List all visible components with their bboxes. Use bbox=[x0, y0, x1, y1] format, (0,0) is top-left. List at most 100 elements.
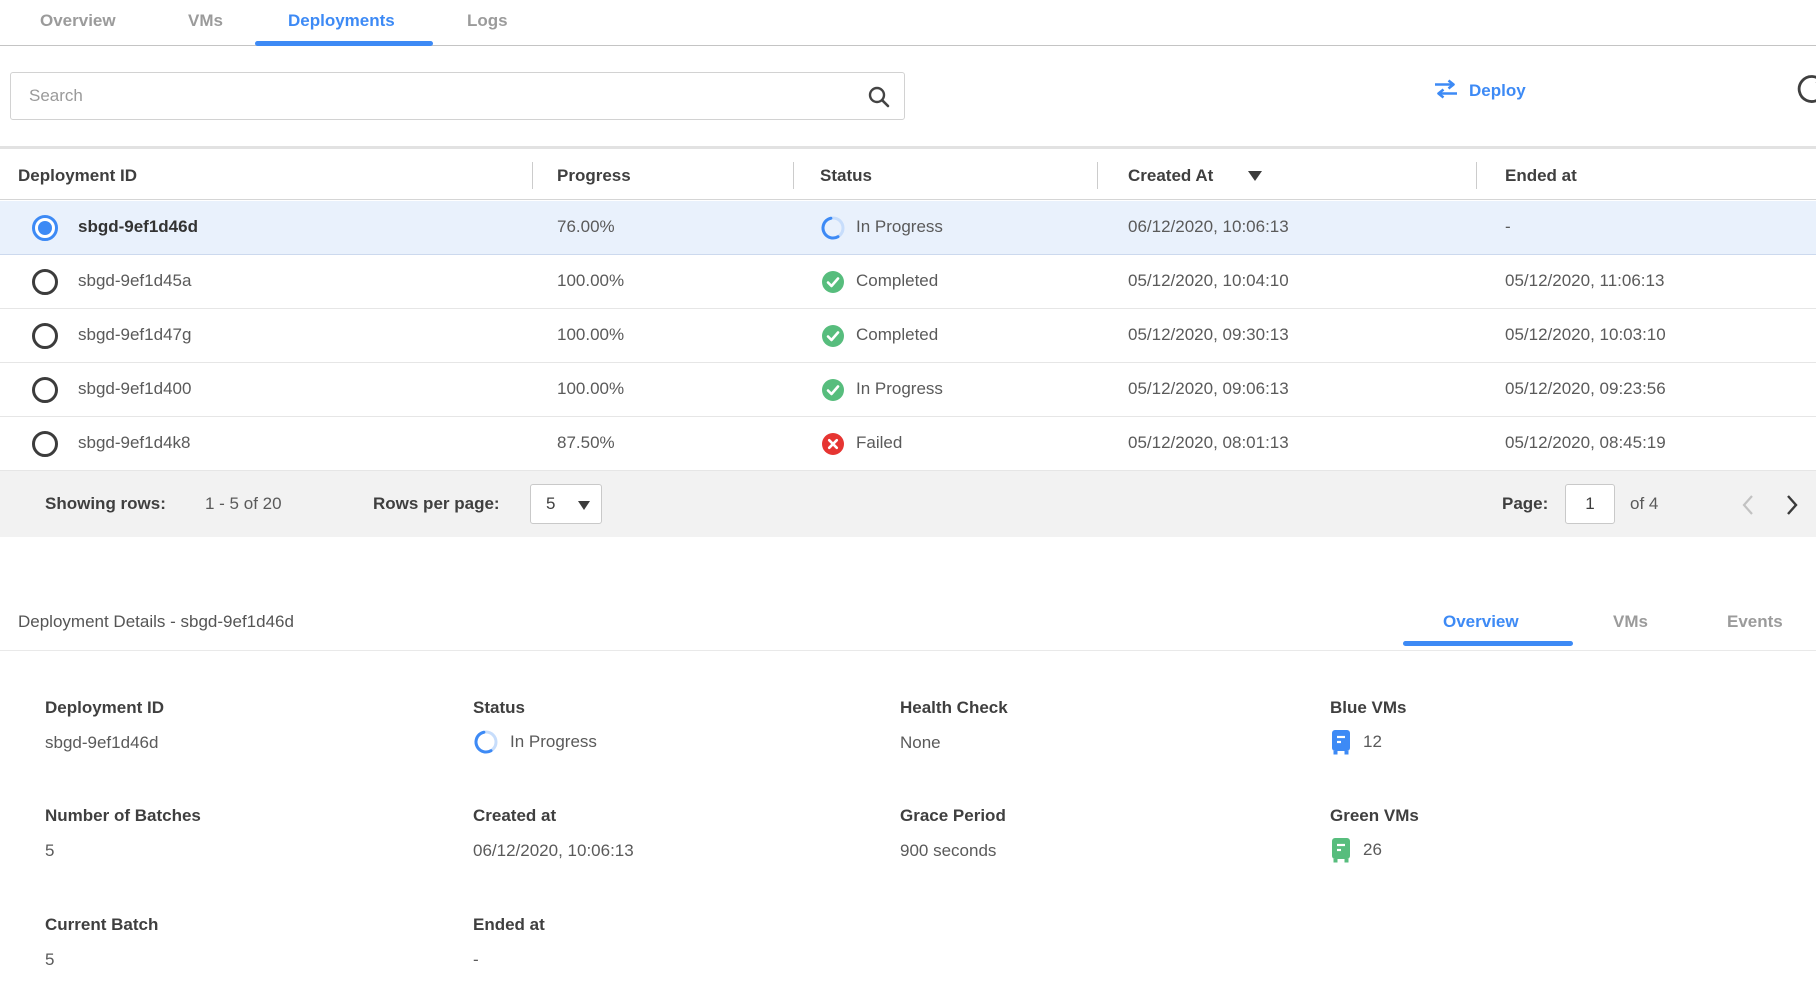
page-next-icon[interactable] bbox=[1778, 492, 1804, 523]
progress-cell: 87.50% bbox=[557, 433, 615, 453]
deploy-button[interactable]: Deploy bbox=[1432, 77, 1526, 105]
spinner-icon bbox=[473, 729, 499, 755]
table-top-divider bbox=[0, 146, 1816, 149]
tab-deployments[interactable]: Deployments bbox=[288, 11, 395, 31]
page-label: Page: bbox=[1502, 494, 1548, 514]
col-header-created-at[interactable]: Created At bbox=[1128, 166, 1213, 186]
details-active-tab-underline bbox=[1403, 641, 1573, 646]
created-at-cell: 05/12/2020, 09:06:13 bbox=[1128, 379, 1289, 399]
showing-rows-label: Showing rows: bbox=[45, 494, 166, 514]
field-value: 12 bbox=[1363, 732, 1382, 752]
table-header: Deployment ID Progress Status Created At… bbox=[0, 150, 1816, 200]
tab-logs[interactable]: Logs bbox=[467, 11, 508, 31]
progress-cell: 100.00% bbox=[557, 325, 624, 345]
check-circle-icon bbox=[820, 269, 846, 295]
field-label: Number of Batches bbox=[45, 806, 201, 826]
field-label: Deployment ID bbox=[45, 698, 164, 718]
field-value: 900 seconds bbox=[900, 841, 1006, 861]
status-cell: Failed bbox=[856, 433, 902, 453]
tab-vms[interactable]: VMs bbox=[188, 11, 223, 31]
details-tab-vms[interactable]: VMs bbox=[1613, 612, 1648, 632]
vm-green-icon bbox=[1330, 837, 1352, 863]
page-prev-icon[interactable] bbox=[1736, 492, 1762, 523]
page-total: of 4 bbox=[1630, 494, 1658, 514]
created-at-cell: 05/12/2020, 08:01:13 bbox=[1128, 433, 1289, 453]
field-value: 5 bbox=[45, 841, 201, 861]
field-blue-vms: Blue VMs 12 bbox=[1330, 698, 1407, 755]
deployment-row[interactable]: sbgd-9ef1d400 100.00% In Progress 05/12/… bbox=[0, 363, 1816, 417]
dropdown-arrow-icon bbox=[578, 501, 590, 510]
field-value: 06/12/2020, 10:06:13 bbox=[473, 841, 634, 861]
created-at-cell: 05/12/2020, 09:30:13 bbox=[1128, 325, 1289, 345]
check-circle-icon bbox=[820, 377, 846, 403]
header-divider bbox=[532, 162, 533, 189]
col-header-progress: Progress bbox=[557, 166, 631, 186]
rows-per-page-select[interactable]: 5 bbox=[530, 484, 602, 524]
search-box bbox=[10, 72, 905, 120]
field-label: Created at bbox=[473, 806, 634, 826]
radio-unselected-icon[interactable] bbox=[32, 269, 58, 295]
deploy-swap-icon bbox=[1432, 79, 1460, 104]
deployment-id-cell: sbgd-9ef1d4k8 bbox=[78, 433, 190, 453]
col-header-ended-at: Ended at bbox=[1505, 166, 1577, 186]
field-value: In Progress bbox=[510, 732, 597, 752]
status-cell: Completed bbox=[856, 271, 938, 291]
status-cell: In Progress bbox=[856, 379, 943, 399]
field-value: None bbox=[900, 733, 1008, 753]
field-label: Health Check bbox=[900, 698, 1008, 718]
deployments-page: Overview VMs Deployments Logs Deploy bbox=[0, 0, 1816, 992]
created-at-cell: 05/12/2020, 10:04:10 bbox=[1128, 271, 1289, 291]
x-circle-icon bbox=[820, 431, 846, 457]
progress-cell: 76.00% bbox=[557, 217, 615, 237]
field-value: sbgd-9ef1d46d bbox=[45, 733, 164, 753]
spinner-icon bbox=[820, 215, 846, 241]
page-number-input[interactable] bbox=[1565, 484, 1615, 524]
status-cell: In Progress bbox=[856, 217, 943, 237]
refresh-icon[interactable] bbox=[1794, 75, 1816, 112]
field-current-batch: Current Batch 5 bbox=[45, 915, 158, 970]
vm-blue-icon bbox=[1330, 729, 1352, 755]
radio-unselected-icon[interactable] bbox=[32, 323, 58, 349]
deployment-row[interactable]: sbgd-9ef1d4k8 87.50% Failed 05/12/2020, … bbox=[0, 417, 1816, 471]
check-circle-icon bbox=[820, 323, 846, 349]
field-deployment-id: Deployment ID sbgd-9ef1d46d bbox=[45, 698, 164, 753]
table-footer: Showing rows: 1 - 5 of 20 Rows per page:… bbox=[0, 471, 1816, 537]
details-divider bbox=[0, 650, 1816, 651]
ended-at-cell: 05/12/2020, 11:06:13 bbox=[1505, 271, 1664, 291]
sort-desc-icon[interactable] bbox=[1248, 171, 1262, 181]
deployment-id-cell: sbgd-9ef1d46d bbox=[78, 217, 198, 237]
created-at-cell: 06/12/2020, 10:06:13 bbox=[1128, 217, 1289, 237]
details-tab-events[interactable]: Events bbox=[1727, 612, 1783, 632]
ended-at-cell: 05/12/2020, 09:23:56 bbox=[1505, 379, 1666, 399]
deployment-row[interactable]: sbgd-9ef1d46d 76.00% In Progress 06/12/2… bbox=[0, 201, 1816, 255]
progress-cell: 100.00% bbox=[557, 379, 624, 399]
deployment-row[interactable]: sbgd-9ef1d47g 100.00% Completed 05/12/20… bbox=[0, 309, 1816, 363]
rows-per-page-label: Rows per page: bbox=[373, 494, 500, 514]
header-divider bbox=[1476, 162, 1477, 189]
field-label: Blue VMs bbox=[1330, 698, 1407, 718]
field-grace-period: Grace Period 900 seconds bbox=[900, 806, 1006, 861]
field-health-check: Health Check None bbox=[900, 698, 1008, 753]
rows-per-page-value: 5 bbox=[546, 494, 555, 514]
search-input[interactable] bbox=[11, 73, 904, 119]
field-label: Current Batch bbox=[45, 915, 158, 935]
field-label: Grace Period bbox=[900, 806, 1006, 826]
field-green-vms: Green VMs 26 bbox=[1330, 806, 1419, 863]
radio-unselected-icon[interactable] bbox=[32, 377, 58, 403]
radio-unselected-icon[interactable] bbox=[32, 431, 58, 457]
deployment-row[interactable]: sbgd-9ef1d45a 100.00% Completed 05/12/20… bbox=[0, 255, 1816, 309]
details-title: Deployment Details - sbgd-9ef1d46d bbox=[18, 612, 294, 632]
ended-at-cell: - bbox=[1505, 217, 1511, 237]
deployment-id-cell: sbgd-9ef1d400 bbox=[78, 379, 191, 399]
ended-at-cell: 05/12/2020, 08:45:19 bbox=[1505, 433, 1666, 453]
deployment-id-cell: sbgd-9ef1d45a bbox=[78, 271, 191, 291]
details-tab-overview[interactable]: Overview bbox=[1443, 612, 1519, 632]
header-divider bbox=[793, 162, 794, 189]
col-header-status: Status bbox=[820, 166, 872, 186]
header-divider bbox=[1097, 162, 1098, 189]
active-tab-underline bbox=[255, 41, 433, 46]
field-value: - bbox=[473, 950, 545, 970]
radio-selected-icon[interactable] bbox=[32, 215, 58, 241]
top-tab-bar: Overview VMs Deployments Logs bbox=[0, 0, 1816, 46]
tab-overview[interactable]: Overview bbox=[40, 11, 116, 31]
